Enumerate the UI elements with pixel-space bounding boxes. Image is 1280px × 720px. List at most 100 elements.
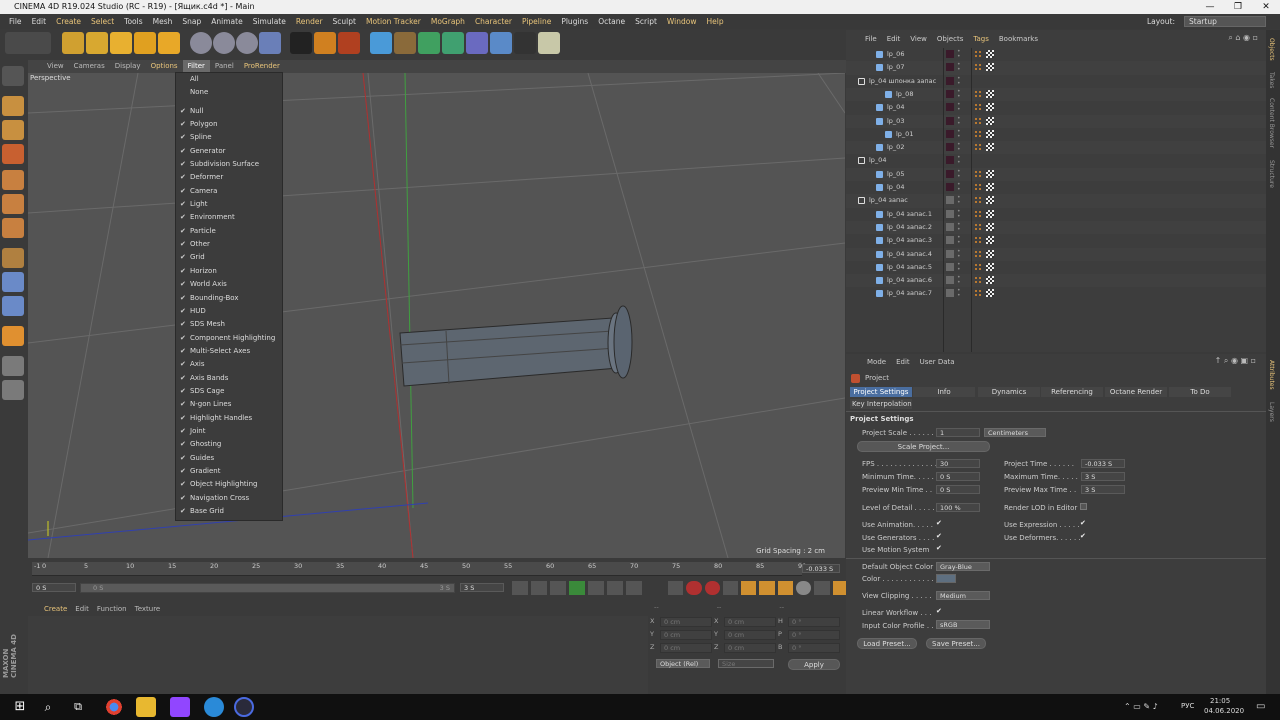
polygons-mode-icon[interactable] bbox=[2, 218, 24, 238]
layer-swatch[interactable] bbox=[946, 103, 954, 112]
menu-mograph[interactable]: MoGraph bbox=[426, 14, 470, 29]
material-menu-edit[interactable]: Edit bbox=[71, 603, 93, 615]
lod-field[interactable]: 100 % bbox=[936, 503, 980, 512]
axis-mode-icon[interactable] bbox=[2, 248, 24, 268]
menu-select[interactable]: Select bbox=[86, 14, 119, 29]
menu-script[interactable]: Script bbox=[630, 14, 662, 29]
filter-item-bounding-box[interactable]: ✔ Bounding-Box bbox=[176, 292, 282, 305]
filter-item-grid[interactable]: ✔ Grid bbox=[176, 251, 282, 264]
workplane-mode-icon[interactable] bbox=[2, 144, 24, 164]
visibility-dots[interactable]: • • bbox=[957, 128, 961, 139]
texture-tag-icon[interactable] bbox=[986, 129, 994, 138]
start-frame-field[interactable]: 0 S bbox=[32, 583, 76, 592]
texture-tag-icon[interactable] bbox=[986, 89, 994, 98]
pen-spline-icon[interactable] bbox=[394, 32, 416, 54]
layer-swatch[interactable] bbox=[946, 183, 954, 191]
visibility-dots[interactable]: • • bbox=[957, 168, 961, 179]
texture-tag-icon[interactable] bbox=[986, 103, 994, 112]
texture-mode-icon[interactable] bbox=[2, 120, 24, 140]
coord-field-z[interactable]: 0 cm bbox=[660, 643, 712, 653]
visibility-dots[interactable]: • • bbox=[957, 88, 961, 99]
texture-tag-icon[interactable] bbox=[986, 169, 994, 178]
viewport-menu-cameras[interactable]: Cameras bbox=[69, 60, 110, 73]
visibility-dots[interactable]: • • bbox=[957, 115, 961, 126]
layout-dropdown[interactable]: Startup bbox=[1184, 16, 1266, 27]
visibility-dots[interactable]: • • bbox=[957, 49, 961, 60]
filter-item-base-grid[interactable]: ✔ Base Grid bbox=[176, 505, 282, 518]
material-tag-icon[interactable] bbox=[974, 289, 981, 298]
layer-swatch[interactable] bbox=[946, 236, 954, 245]
texture-tag-icon[interactable] bbox=[986, 143, 994, 152]
key-pla-icon[interactable] bbox=[814, 581, 830, 595]
visibility-dots[interactable]: • • bbox=[957, 182, 961, 193]
color-swatch[interactable] bbox=[936, 574, 956, 583]
menu-tools[interactable]: Tools bbox=[119, 14, 147, 29]
timeline-ruler[interactable]: -1051015202530354045505560657075808590 bbox=[32, 562, 806, 576]
undo-redo-icon[interactable] bbox=[5, 32, 51, 54]
rotate-icon[interactable] bbox=[134, 32, 156, 54]
filter-item-horizon[interactable]: ✔ Horizon bbox=[176, 265, 282, 278]
material-tag-icon[interactable] bbox=[974, 196, 981, 205]
side-tab-takes[interactable]: Takes bbox=[1268, 72, 1275, 88]
layer-swatch[interactable] bbox=[946, 116, 954, 125]
filter-item-ghosting[interactable]: ✔ Ghosting bbox=[176, 438, 282, 451]
material-tag-icon[interactable] bbox=[974, 89, 981, 98]
preview-range-slider[interactable]: 0 S 3 S bbox=[80, 583, 455, 593]
clock-time[interactable]: 21:05 bbox=[1210, 697, 1230, 705]
snapping-icon[interactable] bbox=[2, 296, 24, 316]
layer-swatch[interactable] bbox=[946, 249, 954, 258]
filter-item-sds-cage[interactable]: ✔ SDS Cage bbox=[176, 385, 282, 398]
filter-item-component-highlighting[interactable]: ✔ Component Highlighting bbox=[176, 332, 282, 345]
side-tab-objects[interactable]: Objects bbox=[1268, 38, 1275, 61]
close-button[interactable]: ✕ bbox=[1252, 0, 1280, 14]
visibility-dots[interactable]: • • bbox=[957, 208, 961, 219]
visibility-dots[interactable]: • • bbox=[957, 155, 961, 166]
filter-item-highlight-handles[interactable]: ✔ Highlight Handles bbox=[176, 412, 282, 425]
tab-to-do[interactable]: To Do bbox=[1169, 387, 1231, 397]
filter-item-axis[interactable]: ✔ Axis bbox=[176, 358, 282, 371]
use-animation-check-icon[interactable]: ✔ bbox=[936, 519, 942, 527]
use-generators-check-icon[interactable]: ✔ bbox=[936, 532, 942, 540]
filter-item-generator[interactable]: ✔ Generator bbox=[176, 145, 282, 158]
visibility-dots[interactable]: • • bbox=[957, 288, 961, 299]
layer-swatch[interactable] bbox=[946, 289, 954, 298]
texture-tag-icon[interactable] bbox=[986, 209, 994, 218]
menu-help[interactable]: Help bbox=[701, 14, 728, 29]
array-generator-icon[interactable] bbox=[442, 32, 464, 54]
filter-item-multi-select-axes[interactable]: ✔ Multi-Select Axes bbox=[176, 345, 282, 358]
visibility-dots[interactable]: • • bbox=[957, 261, 961, 272]
visibility-dots[interactable]: • • bbox=[957, 75, 961, 86]
coord-field-h[interactable]: 0 ° bbox=[788, 617, 840, 627]
material-tag-icon[interactable] bbox=[974, 63, 981, 72]
prev-key-icon[interactable] bbox=[531, 581, 547, 595]
coord-field-p[interactable]: 0 ° bbox=[788, 630, 840, 640]
filter-item-null[interactable]: ✔ Null bbox=[176, 105, 282, 118]
viewport-menu-display[interactable]: Display bbox=[110, 60, 146, 73]
texture-tag-icon[interactable] bbox=[986, 63, 994, 72]
attr-menu-mode[interactable]: Mode bbox=[862, 357, 891, 367]
material-menu-create[interactable]: Create bbox=[40, 603, 71, 615]
task-view-icon[interactable]: ⧉ bbox=[68, 697, 88, 717]
layer-swatch[interactable] bbox=[946, 89, 954, 98]
cylinder-model[interactable] bbox=[399, 305, 633, 387]
save-preset-button[interactable]: Save Preset... bbox=[926, 638, 986, 649]
material-tag-icon[interactable] bbox=[974, 236, 981, 245]
z-axis-lock-icon[interactable] bbox=[236, 32, 258, 54]
object-menu-file[interactable]: File bbox=[860, 33, 882, 46]
material-tag-icon[interactable] bbox=[974, 249, 981, 258]
menu-render[interactable]: Render bbox=[291, 14, 328, 29]
layer-swatch[interactable] bbox=[946, 76, 954, 85]
y-axis-lock-icon[interactable] bbox=[213, 32, 235, 54]
move-icon[interactable] bbox=[86, 32, 108, 54]
material-tag-icon[interactable] bbox=[974, 50, 981, 58]
menu-animate[interactable]: Animate bbox=[206, 14, 247, 29]
layer-swatch[interactable] bbox=[946, 156, 954, 165]
key-scale-icon[interactable] bbox=[759, 581, 775, 595]
menu-window[interactable]: Window bbox=[662, 14, 702, 29]
object-menu-view[interactable]: View bbox=[905, 33, 932, 46]
scale-icon[interactable] bbox=[110, 32, 132, 54]
layer-swatch[interactable] bbox=[946, 222, 954, 231]
min-time-field[interactable]: 0 S bbox=[936, 472, 980, 481]
workplane-icon[interactable] bbox=[2, 356, 24, 376]
search-icon[interactable]: ⌕ bbox=[38, 697, 58, 717]
